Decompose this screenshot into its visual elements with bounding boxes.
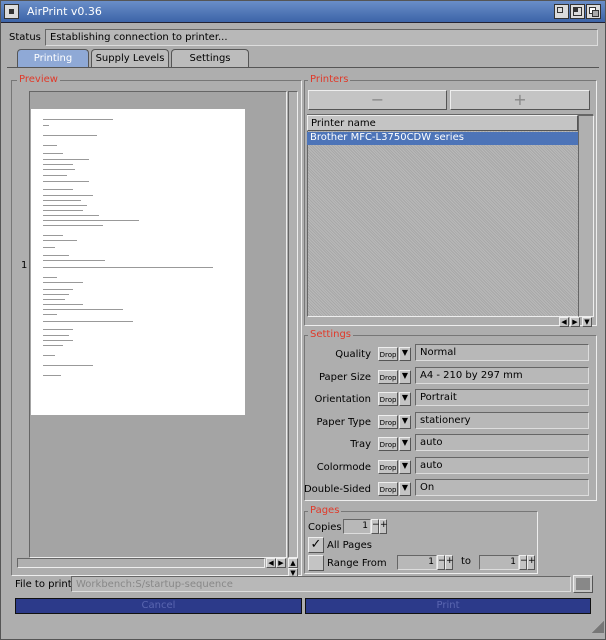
quality-dropdown[interactable]: Drop ▼	[377, 346, 413, 364]
range-from-value[interactable]: 1	[397, 555, 437, 570]
paper-type-dropdown[interactable]: Drop ▼	[377, 414, 413, 432]
chevron-down-icon: ▼	[399, 415, 411, 429]
paper-type-value: stationery	[415, 412, 589, 429]
range-from-label: Range From	[327, 558, 387, 569]
colormode-dropdown[interactable]: Drop ▼	[377, 459, 413, 477]
printer-vscroll[interactable]	[578, 115, 594, 317]
drop-label: Drop	[378, 460, 398, 474]
copies-label: Copies	[308, 522, 342, 533]
decrement-button[interactable]: −	[519, 555, 528, 570]
copies-stepper[interactable]: 1 − +	[343, 519, 388, 536]
printers-title: Printers	[308, 74, 351, 85]
range-from-stepper[interactable]: 1 − +	[397, 555, 454, 572]
add-printer-button[interactable]: +	[450, 90, 590, 110]
settings-title: Settings	[308, 329, 354, 340]
chevron-down-icon: ▼	[399, 460, 411, 474]
file-to-print-label: File to print	[15, 579, 72, 590]
all-pages-label: All Pages	[327, 540, 372, 551]
decrement-button[interactable]: −	[437, 555, 446, 570]
tray-value: auto	[415, 434, 589, 451]
tray-dropdown[interactable]: Drop ▼	[377, 436, 413, 454]
printer-scroll-right-icon[interactable]: ▶	[570, 317, 580, 327]
drop-label: Drop	[378, 415, 398, 429]
chevron-down-icon: ▼	[399, 482, 411, 496]
double-sided-label: Double-Sided	[303, 484, 371, 495]
main-window: AirPrint v0.36 Status Establishing conne…	[0, 0, 606, 640]
range-to-stepper[interactable]: 1 − +	[479, 555, 536, 572]
chevron-down-icon: ▼	[399, 392, 411, 406]
scroll-up-icon[interactable]: ▲	[288, 558, 298, 568]
double-sided-dropdown[interactable]: Drop ▼	[377, 481, 413, 499]
orientation-dropdown[interactable]: Drop ▼	[377, 391, 413, 409]
all-pages-checkbox[interactable]: ✓	[308, 537, 324, 553]
tab-supply-levels[interactable]: Supply Levels	[91, 49, 169, 67]
preview-vscroll[interactable]	[288, 91, 298, 558]
iconify-icon[interactable]	[554, 4, 569, 19]
scroll-right-icon[interactable]: ▶	[276, 558, 286, 568]
page-number: 1	[21, 260, 28, 271]
tab-printing[interactable]: Printing	[17, 49, 89, 67]
file-path-field[interactable]: Workbench:S/startup-sequence	[71, 576, 571, 592]
close-icon[interactable]	[4, 4, 19, 19]
chevron-down-icon: ▼	[399, 437, 411, 451]
paper-size-value: A4 - 210 by 297 mm	[415, 367, 589, 384]
quality-label: Quality	[335, 349, 371, 360]
paper-size-label: Paper Size	[318, 372, 371, 383]
orientation-label: Orientation	[314, 394, 371, 405]
chevron-down-icon: ▼	[399, 370, 411, 384]
range-checkbox[interactable]	[308, 555, 324, 571]
drop-label: Drop	[378, 482, 398, 496]
pages-title: Pages	[308, 505, 342, 516]
increment-button[interactable]: +	[445, 555, 454, 570]
preview-hscroll[interactable]	[17, 558, 265, 568]
zoom-icon[interactable]	[570, 4, 585, 19]
decrement-button[interactable]: −	[371, 519, 380, 534]
increment-button[interactable]: +	[527, 555, 536, 570]
remove-printer-button[interactable]: −	[308, 90, 447, 110]
drop-label: Drop	[378, 347, 398, 361]
quality-value: Normal	[415, 344, 589, 361]
print-button[interactable]: Print	[305, 598, 591, 614]
resize-handle[interactable]	[592, 621, 604, 633]
colormode-value: auto	[415, 457, 589, 474]
to-label: to	[461, 556, 472, 567]
cancel-button[interactable]: Cancel	[15, 598, 302, 614]
page-thumbnail	[31, 109, 245, 415]
window-title: AirPrint v0.36	[27, 5, 102, 18]
chevron-down-icon: ▼	[399, 347, 411, 361]
drop-label: Drop	[378, 437, 398, 451]
drop-label: Drop	[378, 392, 398, 406]
scroll-left-icon[interactable]: ◀	[266, 558, 276, 568]
colormode-label: Colormode	[316, 462, 371, 473]
orientation-value: Portrait	[415, 389, 589, 406]
paper-type-label: Paper Type	[316, 417, 371, 428]
increment-button[interactable]: +	[379, 519, 388, 534]
drop-label: Drop	[378, 370, 398, 384]
title-bar[interactable]: AirPrint v0.36	[1, 1, 605, 23]
tab-settings[interactable]: Settings	[171, 49, 249, 67]
tray-label: Tray	[350, 439, 371, 450]
status-label: Status	[9, 32, 41, 43]
depth-icon[interactable]	[586, 4, 601, 19]
printer-scroll-left-icon[interactable]: ◀	[559, 317, 569, 327]
double-sided-value: On	[415, 479, 589, 496]
status-field: Establishing connection to printer...	[45, 29, 598, 46]
range-to-value[interactable]: 1	[479, 555, 519, 570]
copies-value[interactable]: 1	[343, 519, 371, 534]
printer-name-header[interactable]: Printer name	[307, 115, 578, 131]
file-picker-button[interactable]	[573, 575, 593, 593]
printer-item[interactable]: Brother MFC-L3750CDW series	[307, 132, 578, 145]
preview-title: Preview	[17, 74, 60, 85]
printer-scroll-down-icon[interactable]: ▼	[582, 317, 592, 327]
paper-size-dropdown[interactable]: Drop ▼	[377, 369, 413, 387]
